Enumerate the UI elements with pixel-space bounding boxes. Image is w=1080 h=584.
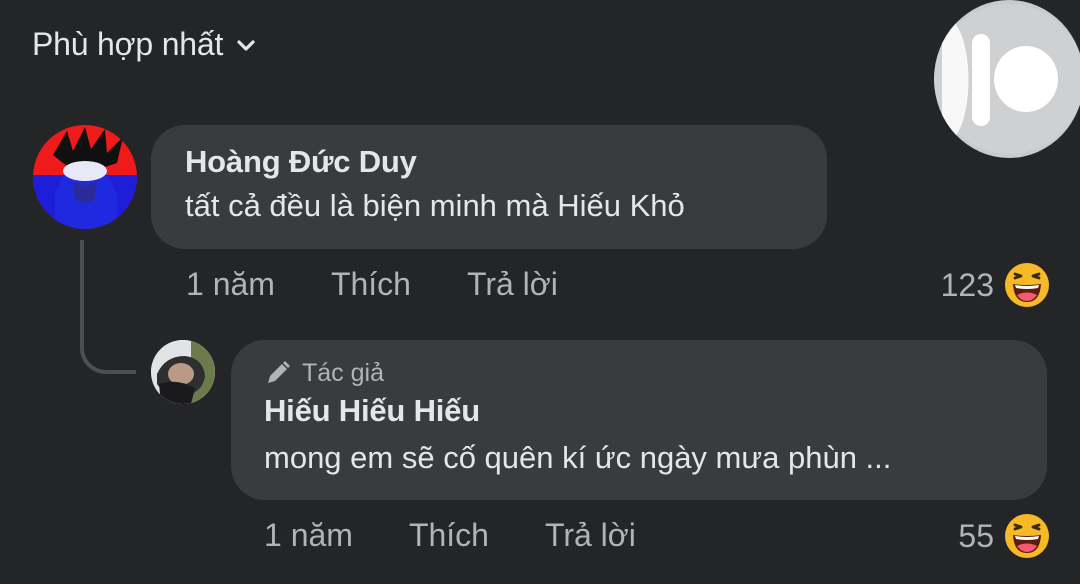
comment-author[interactable]: Hoàng Đức Duy [185,143,793,181]
thread-connector [80,240,136,374]
comments-screen: Phù hợp nhất Hoàng Đức Duy tất cả đều là… [0,0,1080,584]
comment-text: tất cả đều là biện minh mà Hiếu Khỏ [185,188,685,223]
like-button[interactable]: Thích [409,517,489,554]
reply-bubble[interactable]: Tác giả Hiếu Hiếu Hiếu mong em sẽ cố quê… [231,340,1047,500]
comment-timestamp: 1 năm [186,266,275,302]
chevron-down-icon [235,34,257,56]
pen-icon [264,359,292,387]
reaction-count: 55 [958,517,994,554]
reply-button[interactable]: Trả lời [467,266,558,303]
sort-dropdown[interactable]: Phù hợp nhất [32,26,257,63]
author-badge: Tác giả [264,358,1014,388]
floating-chat-head[interactable] [934,0,1080,158]
reply-button[interactable]: Trả lời [545,517,636,554]
haha-emoji-icon [1004,513,1050,559]
avatar[interactable] [151,340,215,404]
reaction-summary[interactable]: 55 [958,513,1050,559]
comment-actions: 1 năm Thích Trả lời [186,266,558,303]
reply-actions: 1 năm Thích Trả lời [264,517,636,554]
reply-author[interactable]: Hiếu Hiếu Hiếu [264,392,1014,430]
comment-bubble[interactable]: Hoàng Đức Duy tất cả đều là biện minh mà… [151,125,827,249]
reaction-summary[interactable]: 123 [941,262,1050,308]
reply-timestamp: 1 năm [264,517,353,553]
haha-emoji-icon [1004,262,1050,308]
avatar[interactable] [33,125,137,229]
like-button[interactable]: Thích [331,266,411,303]
badge-label: Tác giả [302,359,384,387]
sort-label: Phù hợp nhất [32,26,224,62]
reply-text: mong em sẽ cố quên kí ức ngày mưa phùn .… [264,440,892,475]
reaction-count: 123 [940,266,994,303]
